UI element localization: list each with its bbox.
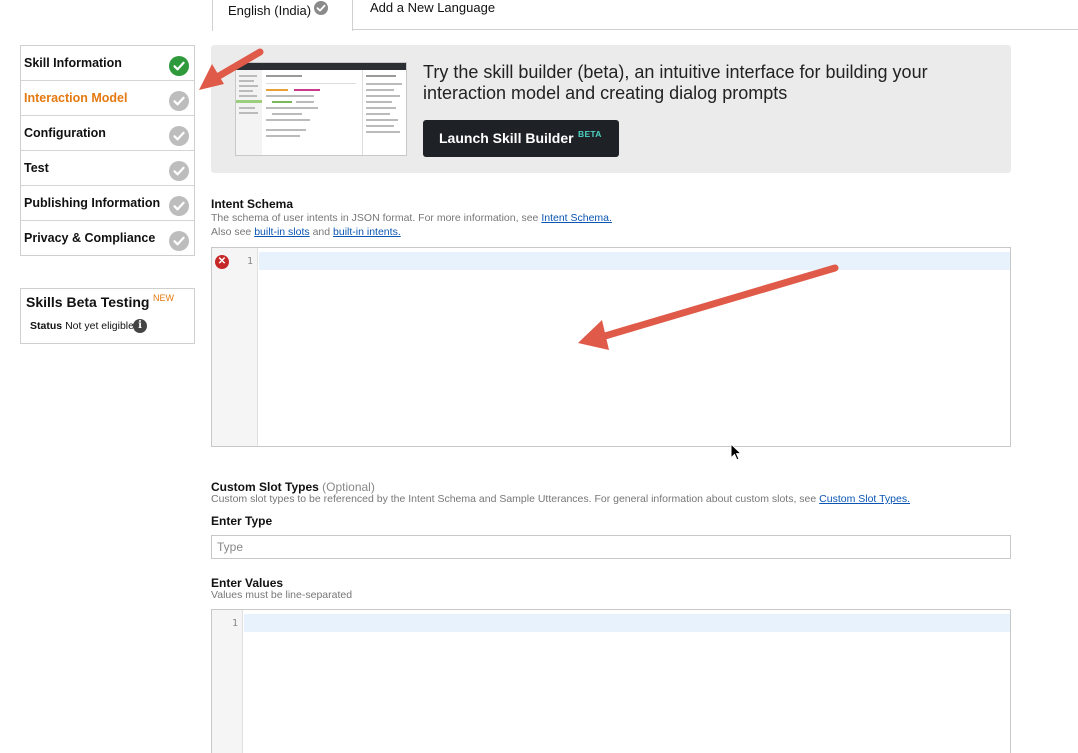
sidebar-item-skill-information[interactable]: Skill Information [21,46,194,81]
skill-builder-preview-image [235,62,407,156]
help-text: The schema of user intents in JSON forma… [211,212,539,224]
line-number: 1 [247,256,254,267]
sidebar-item-label: Skill Information [24,56,122,70]
type-input[interactable] [211,535,1011,559]
intent-schema-link[interactable]: Intent Schema. [541,212,612,224]
custom-slot-types-label: Custom Slot Types [211,480,319,494]
sidebar-item-label: Configuration [24,126,106,140]
sidebar-item-label: Interaction Model [24,91,128,105]
tab-add-language[interactable]: Add a New Language [370,0,495,15]
help-text: and [312,226,331,238]
new-badge: NEW [153,293,174,303]
promo-text: Try the skill builder (beta), an intuiti… [423,62,928,103]
error-icon: ✕ [215,255,229,269]
help-text: Custom slot types to be referenced by th… [211,493,817,505]
line-number: 1 [232,618,239,629]
check-circle-icon [169,56,189,76]
built-in-slots-link[interactable]: built-in slots [254,226,309,238]
custom-slot-types-title: Custom Slot Types (Optional) [211,480,375,494]
skill-sidebar-nav: Skill Information Interaction Model Conf… [20,45,195,256]
built-in-intents-link[interactable]: built-in intents. [333,226,401,238]
sidebar-item-label: Test [24,161,49,175]
enter-values-label: Enter Values [211,576,284,590]
intent-schema-help-2: Also see built-in slots and built-in int… [211,226,401,238]
intent-schema-editor[interactable]: ✕ 1 [211,247,1011,447]
check-circle-icon [169,126,189,146]
enter-type-label: Enter Type [211,514,273,528]
intent-schema-title: Intent Schema [211,197,294,211]
mouse-cursor-icon [730,443,743,461]
check-circle-icon [169,161,189,181]
active-line-highlight [259,252,1010,270]
sidebar-item-configuration[interactable]: Configuration [21,116,194,151]
tab-baseline [352,29,1078,30]
check-icon [314,1,328,15]
editor-gutter: ✕ 1 [212,248,258,446]
sidebar-item-label: Privacy & Compliance [24,231,156,245]
launch-skill-builder-button[interactable]: Launch Skill Builder BETA [423,120,619,157]
beta-status: Status Not yet eligible [30,320,134,332]
tab-label: English (India) [228,3,312,18]
check-circle-icon [169,91,189,111]
sidebar-item-publishing-information[interactable]: Publishing Information [21,186,194,221]
status-label: Status [30,320,63,332]
status-value: Not yet eligible [65,320,134,332]
slot-values-editor[interactable]: 1 [211,609,1011,753]
skill-builder-promo: Try the skill builder (beta), an intuiti… [211,45,1011,173]
info-icon[interactable]: i [133,319,147,333]
sidebar-item-test[interactable]: Test [21,151,194,186]
custom-slot-types-link[interactable]: Custom Slot Types. [819,493,910,505]
beta-testing-title: Skills Beta Testing [26,294,150,310]
launch-button-label: Launch Skill Builder [439,130,574,146]
skills-beta-testing-panel: Skills Beta Testing NEW Status Not yet el… [20,288,195,344]
editor-gutter: 1 [212,610,243,753]
sidebar-item-privacy-compliance[interactable]: Privacy & Compliance [21,221,194,256]
sidebar-item-label: Publishing Information [24,196,161,210]
optional-label: (Optional) [322,480,375,494]
values-help: Values must be line-separated [211,589,353,601]
help-text: Also see [211,226,252,238]
check-circle-icon [169,231,189,251]
intent-schema-help: The schema of user intents in JSON forma… [211,212,612,224]
language-tabs: English (India) Add a New Language [0,0,1078,31]
tab-english-india[interactable]: English (India) [212,0,353,31]
active-line-highlight [244,614,1010,632]
beta-badge: BETA [578,129,602,139]
custom-slot-types-help: Custom slot types to be referenced by th… [211,493,910,505]
sidebar-item-interaction-model[interactable]: Interaction Model [21,81,194,116]
check-circle-icon [169,196,189,216]
